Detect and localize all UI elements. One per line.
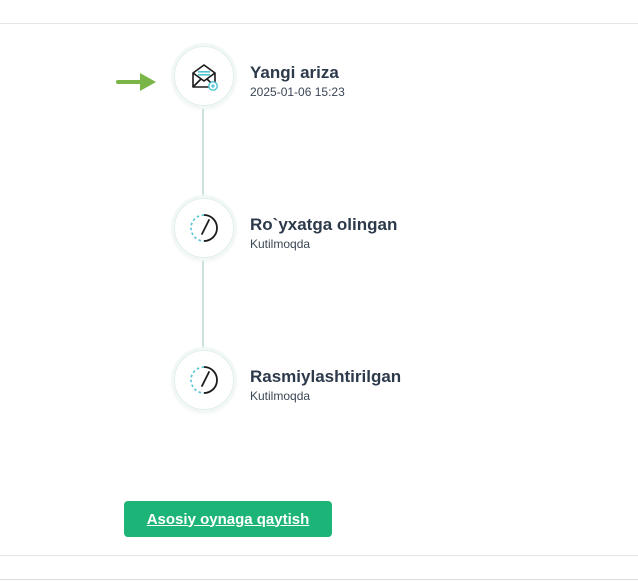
back-button-label: Asosiy oynaga qaytish <box>146 510 310 528</box>
footer-divider <box>0 579 638 580</box>
timeline-step: Yangi ariza 2025-01-06 15:23 <box>250 63 345 99</box>
step-title: Ro`yxatga olingan <box>250 215 398 234</box>
application-status-page: Yangi ariza 2025-01-06 15:23 Ro`yxatga o… <box>0 0 638 582</box>
timeline-step: Rasmiylashtirilgan Kutilmoqda <box>250 367 401 403</box>
envelope-icon <box>192 64 218 91</box>
arrow-right-icon <box>116 73 156 91</box>
step-icon-circle <box>174 46 234 106</box>
back-to-main-button[interactable]: Asosiy oynaga qaytish <box>124 501 332 537</box>
step-status: Kutilmoqda <box>250 389 311 403</box>
step-icon-circle <box>174 198 234 258</box>
timeline-connector <box>202 258 204 350</box>
clock-pending-icon <box>190 214 218 242</box>
top-divider <box>0 23 638 24</box>
step-icon-circle <box>174 350 234 410</box>
bottom-divider <box>0 555 638 556</box>
step-title: Rasmiylashtirilgan <box>250 367 402 386</box>
timeline-connector <box>202 106 204 198</box>
step-title: Yangi ariza <box>250 63 339 82</box>
step-date: 2025-01-06 15:23 <box>250 85 345 99</box>
clock-pending-icon <box>190 366 218 394</box>
timeline-step: Ro`yxatga olingan Kutilmoqda <box>250 215 397 251</box>
step-status: Kutilmoqda <box>250 237 311 251</box>
